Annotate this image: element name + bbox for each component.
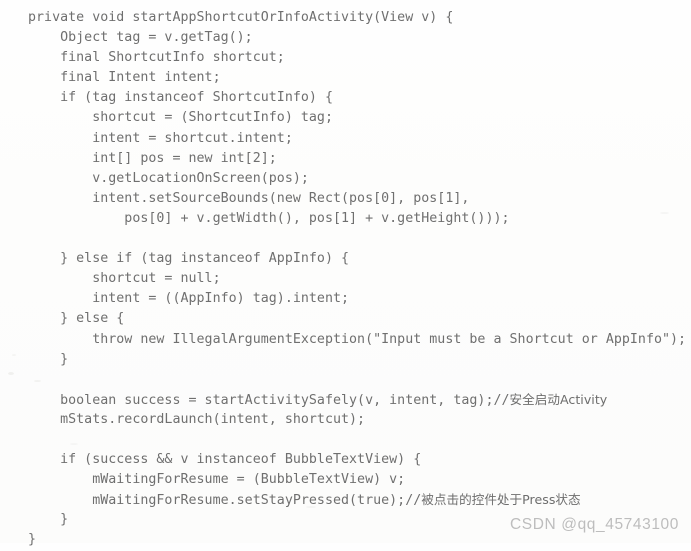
code-line: int[] pos = new int[2]; — [28, 150, 277, 166]
code-line: throw new IllegalArgumentException("Inpu… — [28, 331, 687, 347]
code-line: if (success && v instanceof BubbleTextVi… — [28, 452, 422, 468]
code-line: shortcut = (ShortcutInfo) tag; — [28, 110, 333, 126]
code-line: if (tag instanceof ShortcutInfo) { — [28, 90, 333, 106]
code-line: } else { — [28, 311, 125, 327]
code-listing: private void startAppShortcutOrInfoActiv… — [0, 0, 691, 551]
code-line: boolean success = startActivitySafely(v,… — [0, 390, 691, 410]
code-line: } — [28, 351, 69, 367]
code-line: shortcut = null; — [28, 271, 221, 287]
code-line: intent.setSourceBounds(new Rect(pos[0], … — [28, 190, 470, 206]
code-line: } else if (tag instanceof AppInfo) { — [28, 251, 350, 267]
code-line: mWaitingForResume.setStayPressed(true);/… — [0, 490, 691, 510]
code-line: pos[0] + v.getWidth(), pos[1] + v.getHei… — [28, 210, 510, 226]
code-line: mStats.recordLaunch(intent, shortcut); — [28, 411, 366, 427]
code-line: final ShortcutInfo shortcut; — [28, 50, 285, 66]
code-line: Object tag = v.getTag(); — [28, 30, 253, 46]
code-line: intent = ((AppInfo) tag).intent; — [28, 291, 350, 307]
code-line: mWaitingForResume = (BubbleTextView) v; — [28, 472, 406, 488]
scanned-page: private void startAppShortcutOrInfoActiv… — [0, 0, 691, 547]
code-line: final Intent intent; — [28, 70, 221, 86]
csdn-watermark: CSDN @qq_45743100 — [510, 516, 679, 533]
code-line: private void startAppShortcutOrInfoActiv… — [28, 10, 454, 25]
code-comment-cjk: 被点击的控件处于Press状态 — [421, 492, 581, 508]
code-text: boolean success = startActivitySafely(v,… — [28, 392, 510, 408]
code-text: mWaitingForResume.setStayPressed(true);/… — [28, 493, 422, 509]
code-line: v.getLocationOnScreen(pos); — [28, 170, 309, 186]
code-line: intent = shortcut.intent; — [28, 130, 293, 146]
code-comment-cjk: 安全启动Activity — [509, 391, 608, 407]
